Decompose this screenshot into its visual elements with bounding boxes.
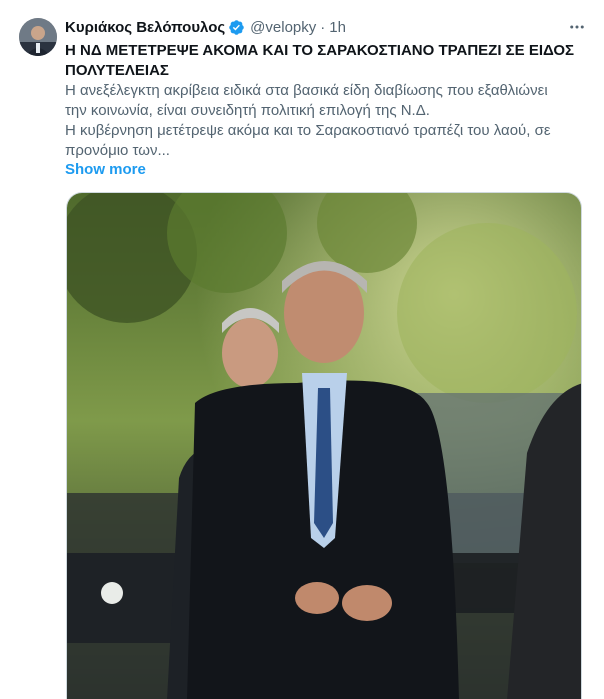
headline-line: Η ΝΔ ΜΕΤΕΤΡΕΨΕ ΑΚΟΜΑ ΚΑΙ ΤΟ ΣΑΡΑΚΟΣΤΙΑΝΟ… xyxy=(65,42,575,59)
body-line: την κοινωνία, είναι συνειδητή πολιτική ε… xyxy=(65,102,430,119)
body-line: προνόμιο των... xyxy=(65,142,170,159)
tweet-photo[interactable] xyxy=(66,192,582,699)
show-more-link[interactable]: Show more xyxy=(65,161,146,178)
author-handle[interactable]: @velopky xyxy=(250,19,316,36)
author-name[interactable]: Κυριάκος Βελόπουλος xyxy=(65,19,225,36)
headline-line: ΠΟΛΥΤΕΛΕΙΑΣ xyxy=(65,62,169,79)
timestamp[interactable]: 1h xyxy=(329,19,346,36)
tweet-text: Η ΝΔ ΜΕΤΕΤΡΕΨΕ ΑΚΟΜΑ ΚΑΙ ΤΟ ΣΑΡΑΚΟΣΤΙΑΝΟ… xyxy=(65,41,585,161)
tweet[interactable]: Κυριάκος Βελόπουλος @velopky · 1h Η ΝΔ Μ… xyxy=(0,0,604,699)
more-options-icon[interactable] xyxy=(566,16,588,38)
avatar[interactable] xyxy=(19,18,57,56)
body-line: Η κυβέρνηση μετέτρεψε ακόμα και το Σαρακ… xyxy=(65,122,551,139)
tweet-header: Κυριάκος Βελόπουλος @velopky · 1h xyxy=(65,16,594,38)
separator-dot: · xyxy=(320,18,326,36)
verified-badge-icon xyxy=(228,19,245,36)
body-line: Η ανεξέλεγκτη ακρίβεια ειδικά στα βασικά… xyxy=(65,82,548,99)
